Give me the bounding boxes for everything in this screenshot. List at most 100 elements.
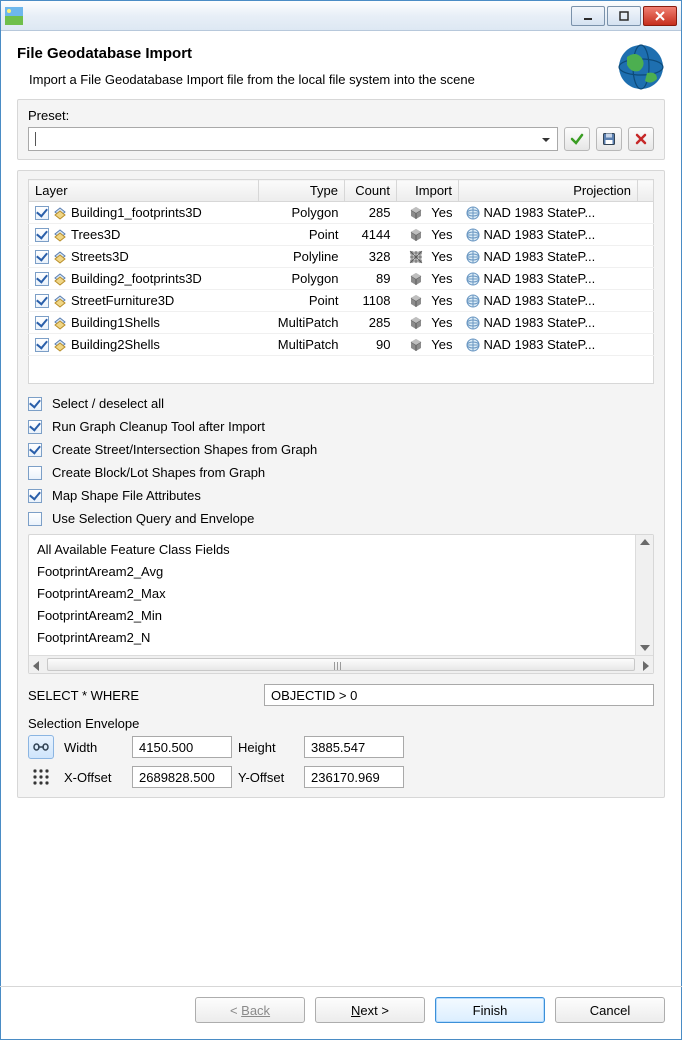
page-title: File Geodatabase Import [17,45,665,62]
preset-combobox[interactable] [28,127,558,151]
col-projection[interactable]: Projection [459,180,638,202]
back-button[interactable]: < Back [195,997,305,1023]
text-cursor [35,132,36,146]
table-row[interactable]: Building1_footprints3DPolygon285YesNAD 1… [29,202,654,224]
layers-panel: Layer Type Count Import Projection Build… [17,170,665,798]
page-description: Import a File Geodatabase Import file fr… [29,72,665,87]
close-button[interactable] [643,6,677,26]
table-row[interactable]: Building1ShellsMultiPatch285YesNAD 1983 … [29,312,654,334]
next-button[interactable]: Next > [315,997,425,1023]
option-checkbox[interactable] [28,489,42,503]
projection-value: NAD 1983 StateP... [484,293,596,308]
col-layer[interactable]: Layer [29,180,259,202]
layer-count: 90 [345,334,397,356]
row-checkbox[interactable] [35,272,49,286]
maximize-button[interactable] [607,6,641,26]
projection-value: NAD 1983 StateP... [484,271,596,286]
row-checkbox[interactable] [35,228,49,242]
projection-value: NAD 1983 StateP... [484,205,596,220]
row-checkbox[interactable] [35,250,49,264]
option-checkbox[interactable] [28,397,42,411]
width-input[interactable]: 4150.500 [132,736,232,758]
layer-icon [53,272,67,286]
table-row[interactable]: Building2_footprints3DPolygon89YesNAD 19… [29,268,654,290]
projection-value: NAD 1983 StateP... [484,227,596,242]
projection-value: NAD 1983 StateP... [484,249,596,264]
options-list: Select / deselect allRun Graph Cleanup T… [28,396,654,526]
layer-icon [53,206,67,220]
yoffset-input[interactable]: 236170.969 [304,766,404,788]
where-input[interactable]: OBJECTID > 0 [264,684,654,706]
projection-value: NAD 1983 StateP... [484,337,596,352]
save-preset-button[interactable] [596,127,622,151]
option-row: Map Shape File Attributes [28,488,654,503]
option-checkbox[interactable] [28,466,42,480]
table-row[interactable]: StreetFurniture3DPoint1108YesNAD 1983 St… [29,290,654,312]
layer-name: Building2_footprints3D [71,271,202,286]
list-item[interactable]: FootprintAream2_Avg [37,561,645,583]
height-input[interactable]: 3885.547 [304,736,404,758]
layer-type: Polygon [259,202,345,224]
width-label: Width [64,740,126,755]
col-import[interactable]: Import [397,180,459,202]
row-checkbox[interactable] [35,316,49,330]
list-item[interactable]: FootprintAream2_N [37,627,645,649]
delete-preset-button[interactable] [628,127,654,151]
table-row[interactable]: Streets3DPolyline328YesNAD 1983 StateP..… [29,246,654,268]
layer-name: Building2Shells [71,337,160,352]
minimize-button[interactable] [571,6,605,26]
row-checkbox[interactable] [35,338,49,352]
projection-icon [465,205,481,221]
option-checkbox[interactable] [28,512,42,526]
vertical-scrollbar[interactable] [635,535,653,655]
row-checkbox[interactable] [35,206,49,220]
projection-icon [465,249,481,265]
table-header-row: Layer Type Count Import Projection [29,180,654,202]
col-type[interactable]: Type [259,180,345,202]
where-label: SELECT * WHERE [28,688,258,703]
list-item[interactable]: FootprintAream2_Max [37,583,645,605]
preset-panel: Preset: [17,99,665,160]
cancel-button[interactable]: Cancel [555,997,665,1023]
layer-count: 285 [345,202,397,224]
layer-icon [53,294,67,308]
import-value: Yes [431,249,452,264]
row-checkbox[interactable] [35,294,49,308]
apply-preset-button[interactable] [564,127,590,151]
layer-name: Building1Shells [71,315,160,330]
col-count[interactable]: Count [345,180,397,202]
option-checkbox[interactable] [28,443,42,457]
import-value: Yes [431,271,452,286]
layer-name: Building1_footprints3D [71,205,202,220]
import-value: Yes [431,337,452,352]
col-tail [638,180,654,202]
option-label: Map Shape File Attributes [52,488,201,503]
import-icon [408,337,424,353]
projection-icon [465,293,481,309]
layer-count: 328 [345,246,397,268]
import-value: Yes [431,227,452,242]
horizontal-scrollbar[interactable] [29,655,653,673]
layer-count: 285 [345,312,397,334]
wizard-buttons: < Back Next > Finish Cancel [1,997,681,1039]
projection-icon [465,315,481,331]
fields-listbox[interactable]: All Available Feature Class Fields Footp… [28,534,654,674]
list-item[interactable]: FootprintAream2_Min [37,605,645,627]
finish-button[interactable]: Finish [435,997,545,1023]
projection-icon [465,337,481,353]
link-dimensions-button[interactable] [28,735,54,759]
table-row[interactable]: Trees3DPoint4144YesNAD 1983 StateP... [29,224,654,246]
xoffset-input[interactable]: 2689828.500 [132,766,232,788]
table-row[interactable]: Building2ShellsMultiPatch90YesNAD 1983 S… [29,334,654,356]
grid-origin-icon [28,765,54,789]
option-label: Create Block/Lot Shapes from Graph [52,465,265,480]
layer-count: 89 [345,268,397,290]
option-checkbox[interactable] [28,420,42,434]
preset-label: Preset: [28,108,69,123]
globe-icon [617,43,665,91]
layer-icon [53,316,67,330]
option-label: Select / deselect all [52,396,164,411]
import-icon [408,249,424,265]
projection-value: NAD 1983 StateP... [484,315,596,330]
height-label: Height [238,740,298,755]
